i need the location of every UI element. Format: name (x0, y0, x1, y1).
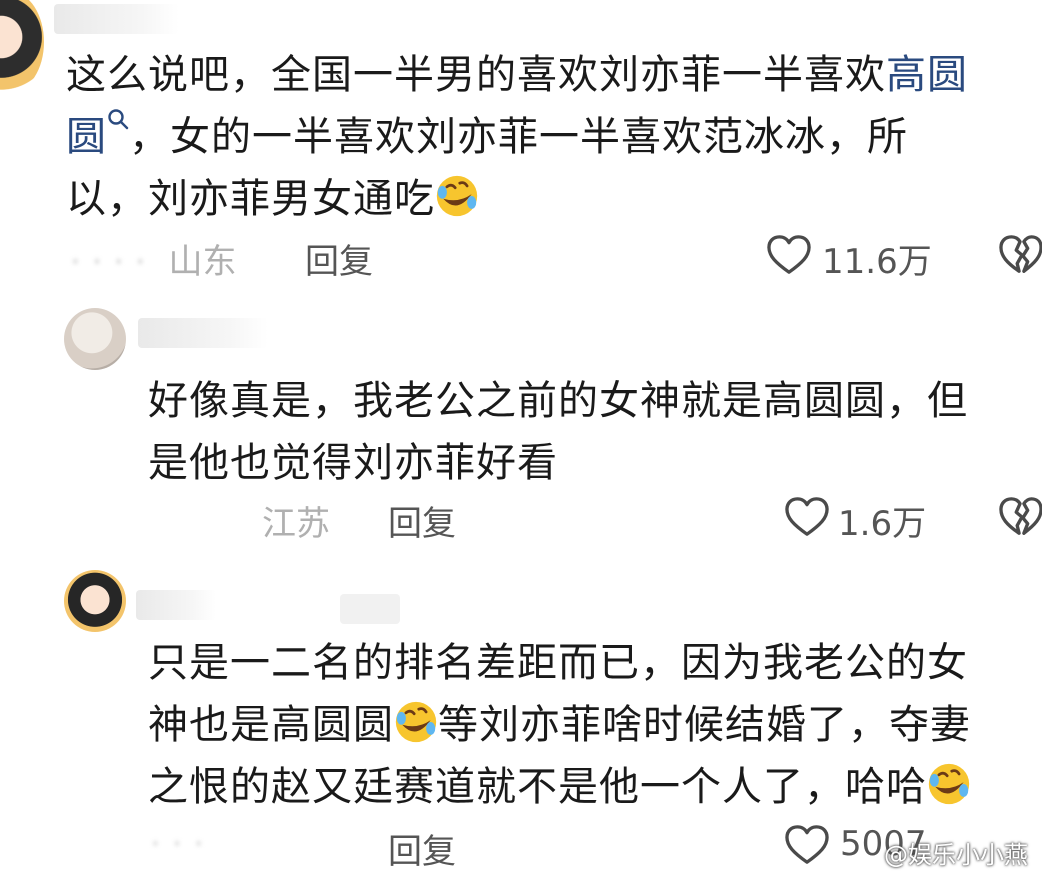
location: 山东 (168, 242, 237, 282)
comment-text: 这么说吧，全国一半男的喜欢刘亦菲一半喜欢高圆 圆 ，女的一半喜欢刘亦菲一半喜欢范冰… (66, 44, 1036, 230)
comment-line: 神也是高圆圆 (148, 702, 394, 748)
timestamp-redacted: · · · · (70, 242, 146, 282)
broken-heart-icon[interactable] (998, 234, 1042, 276)
avatar[interactable] (64, 570, 126, 632)
keyword-link[interactable]: 高圆 (886, 52, 968, 98)
heart-outline-icon[interactable] (766, 234, 812, 276)
rofl-emoji-icon (435, 174, 479, 218)
like-count: 11.6万 (822, 242, 932, 282)
comment-text: 好像真是，我老公之前的女神就是高圆圆，但 是他也觉得刘亦菲好看 (148, 370, 1038, 494)
rofl-emoji-icon (394, 700, 438, 744)
comment-line: 好像真是，我老公之前的女神就是高圆圆，但 (148, 378, 968, 424)
like-count: 1.6万 (838, 504, 927, 544)
comment-line: ，女的一半喜欢刘亦菲一半喜欢范冰冰，所 (129, 114, 908, 160)
comment-line: 以，刘亦菲男女通吃 (66, 176, 435, 222)
broken-heart-icon[interactable] (998, 496, 1042, 538)
reply-button[interactable]: 回复 (388, 824, 456, 873)
username-redacted (340, 594, 400, 624)
username-redacted[interactable] (136, 590, 216, 620)
search-icon[interactable] (107, 108, 129, 130)
comment-line: 这么说吧，全国一半男的喜欢刘亦菲一半喜欢 (66, 52, 886, 98)
keyword-link[interactable]: 圆 (66, 114, 107, 160)
reply-button[interactable]: 回复 (305, 234, 373, 283)
meta-redacted: · · · (150, 824, 205, 864)
username-redacted[interactable] (54, 4, 179, 34)
avatar[interactable] (0, 0, 44, 92)
comment-line: 是他也觉得刘亦菲好看 (148, 440, 558, 486)
comment-line: 只是一二名的排名差距而已，因为我老公的女 (148, 640, 968, 686)
comment-line: 等刘亦菲啥时候结婚了，夺妻 (438, 702, 971, 748)
reply-button[interactable]: 回复 (388, 496, 456, 545)
username-redacted[interactable] (138, 318, 268, 348)
heart-outline-icon[interactable] (784, 496, 830, 538)
comment-line: 之恨的赵又廷赛道就不是他一个人了，哈哈 (148, 764, 927, 810)
watermark: @娱乐小小燕 (884, 841, 1028, 869)
rofl-emoji-icon (927, 762, 971, 806)
avatar[interactable] (64, 308, 126, 370)
comment-text: 只是一二名的排名差距而已，因为我老公的女 神也是高圆圆 等刘亦菲啥时候结婚了，夺妻… (148, 632, 1038, 818)
heart-outline-icon[interactable] (784, 824, 830, 866)
comment-meta: · · · · 山东 (70, 234, 236, 283)
location: 江苏 (262, 504, 330, 544)
